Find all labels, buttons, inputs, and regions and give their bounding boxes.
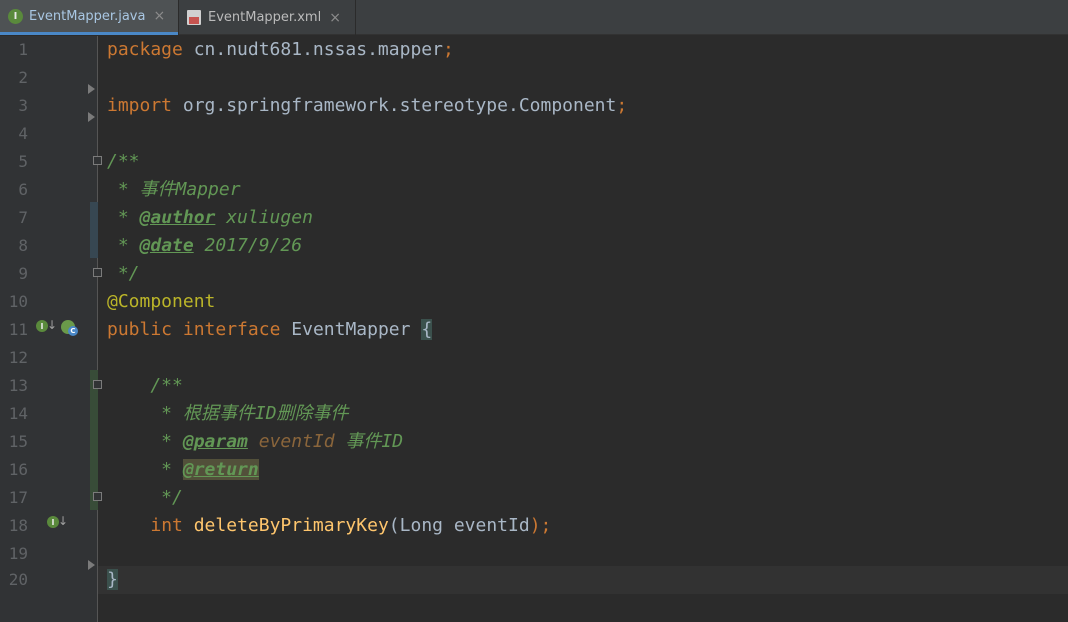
line-number: 5 [18, 152, 28, 171]
line-number: 20 [8, 570, 28, 589]
code-line-20[interactable]: 20 } [0, 566, 1068, 594]
line-number: 11 [8, 320, 28, 339]
code-line-1[interactable]: 1 package cn.nudt681.nssas.mapper; [0, 36, 1068, 64]
line-number: 4 [18, 124, 28, 143]
line-number: 1 [18, 40, 28, 59]
line-number: 6 [18, 180, 28, 199]
code-line-14[interactable]: 14 * 根据事件ID删除事件 [0, 400, 1068, 428]
line-number: 18 [8, 516, 28, 535]
line-number: 8 [18, 236, 28, 255]
tab-label: EventMapper.java [29, 8, 146, 24]
line-number: 12 [8, 348, 28, 367]
code-line-13[interactable]: 13 /** [0, 372, 1068, 400]
line-number: 15 [8, 432, 28, 451]
code-line-15[interactable]: 15 * @param eventId 事件ID [0, 428, 1068, 456]
line-number: 14 [8, 404, 28, 423]
code-line-11[interactable]: 11 public interface EventMapper { [0, 316, 1068, 344]
interface-java-icon: I [8, 8, 23, 24]
code-line-2[interactable]: 2 [0, 64, 1068, 92]
line-number: 7 [18, 208, 28, 227]
code-line-16[interactable]: 16 * @return [0, 456, 1068, 484]
code-line-3[interactable]: 3 import org.springframework.stereotype.… [0, 92, 1068, 120]
code-line-4[interactable]: 4 [0, 120, 1068, 148]
code-line-8[interactable]: 8 * @date 2017/9/26 [0, 232, 1068, 260]
code-text: * @return [107, 459, 259, 480]
code-text: @Component [107, 291, 216, 312]
line-number: 19 [8, 544, 28, 563]
code-line-7[interactable]: 7 * @author xuliugen [0, 204, 1068, 232]
code-line-19[interactable]: 19 [0, 540, 1068, 568]
code-line-9[interactable]: 9 */ [0, 260, 1068, 288]
line-number: 13 [8, 376, 28, 395]
tab-label: EventMapper.xml [208, 10, 322, 25]
code-line-17[interactable]: 17 */ [0, 484, 1068, 512]
code-line-12[interactable]: 12 [0, 344, 1068, 372]
line-number: 17 [8, 488, 28, 507]
close-icon[interactable]: × [153, 8, 165, 24]
code-text: */ [107, 263, 140, 284]
code-text: * @date 2017/9/26 [107, 235, 303, 256]
code-text: * @author xuliugen [107, 207, 313, 228]
code-text: public interface EventMapper { [107, 319, 433, 340]
line-number: 10 [8, 292, 28, 311]
line-number: 16 [8, 460, 28, 479]
code-text: */ [107, 487, 183, 508]
code-line-6[interactable]: 6 * 事件Mapper [0, 176, 1068, 204]
code-text: import org.springframework.stereotype.Co… [107, 95, 628, 116]
code-text: int deleteByPrimaryKey(Long eventId); [150, 515, 552, 536]
code-text: * 事件Mapper [107, 179, 241, 200]
tab-eventmapper-xml[interactable]: EventMapper.xml × [179, 0, 355, 35]
xml-file-icon [187, 10, 201, 25]
code-text: package cn.nudt681.nssas.mapper; [107, 39, 454, 60]
tab-eventmapper-java[interactable]: I EventMapper.java × [0, 0, 178, 35]
tab-divider [355, 0, 356, 35]
code-line-10[interactable]: 10 @Component [0, 288, 1068, 316]
code-line-18[interactable]: 18 int deleteByPrimaryKey(Long eventId); [0, 512, 1068, 540]
line-number: 2 [18, 68, 28, 87]
line-number: 9 [18, 264, 28, 283]
code-line-5[interactable]: 5 /** [0, 148, 1068, 176]
editor-tab-bar: I EventMapper.java × EventMapper.xml × [0, 0, 1068, 35]
code-text: } [107, 569, 118, 590]
code-text: /** [107, 151, 140, 172]
code-text: * @param eventId 事件ID [107, 431, 404, 452]
code-text: * 根据事件ID删除事件 [107, 403, 349, 424]
code-text: /** [107, 375, 183, 396]
close-icon[interactable]: × [329, 10, 341, 26]
line-number: 3 [18, 96, 28, 115]
